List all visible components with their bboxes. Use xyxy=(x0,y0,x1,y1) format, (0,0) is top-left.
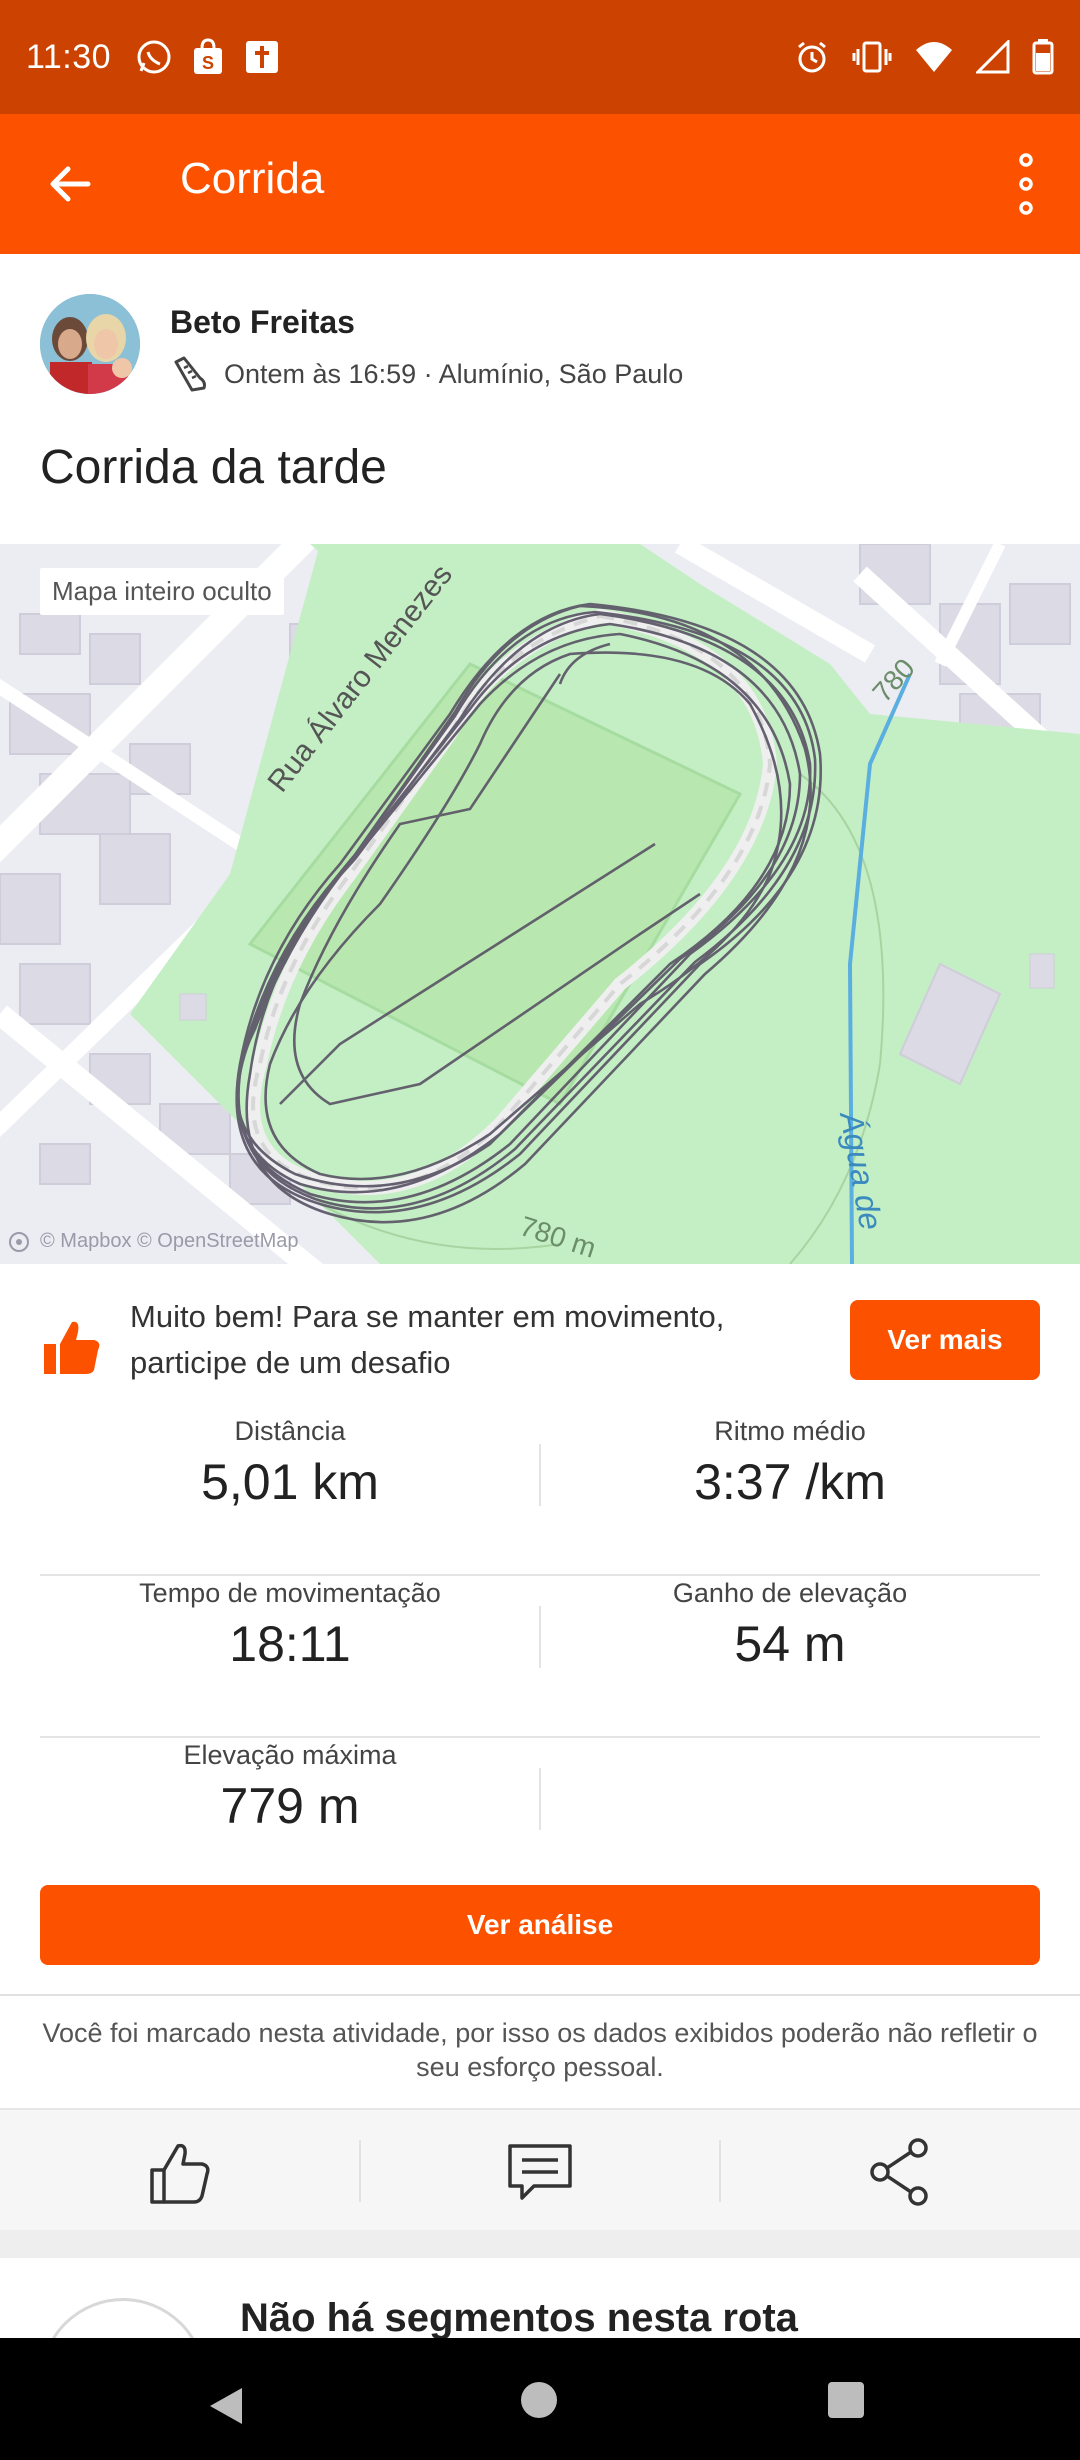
stat-value: 54 m xyxy=(734,1616,846,1672)
vibrate-icon xyxy=(852,41,892,73)
svg-text:S: S xyxy=(202,53,214,73)
bible-icon xyxy=(246,41,279,73)
whatsapp-icon xyxy=(137,40,171,74)
stat-pace: Ritmo médio 3:37 /km xyxy=(540,1414,1040,1511)
stat-label: Ritmo médio xyxy=(714,1416,866,1446)
like-icon[interactable] xyxy=(140,2132,220,2212)
activity-title: Corrida da tarde xyxy=(40,441,387,494)
status-bar: 11:30 S xyxy=(0,0,1080,114)
athlete-name[interactable]: Beto Freitas xyxy=(170,304,355,341)
stat-moving-time: Tempo de movimentação 18:11 xyxy=(40,1576,540,1673)
page-title: Corrida xyxy=(180,154,325,203)
action-separator xyxy=(359,2140,361,2202)
action-bar xyxy=(0,2108,1080,2232)
app-bar: Corrida xyxy=(0,114,1080,254)
comment-icon[interactable] xyxy=(500,2132,580,2212)
see-more-button[interactable]: Ver mais xyxy=(850,1300,1040,1380)
signal-icon xyxy=(976,40,1010,74)
segments-illustration xyxy=(40,2298,206,2338)
stat-label: Ganho de elevação xyxy=(672,1578,908,1608)
stat-value: 3:37 /km xyxy=(694,1454,886,1510)
athlete-header: Beto Freitas Ontem às 16:59 · Alumínio, … xyxy=(40,294,1040,404)
alarm-icon xyxy=(798,41,826,73)
stat-value: 5,01 km xyxy=(201,1454,379,1510)
stat-label: Tempo de movimentação xyxy=(139,1578,441,1608)
activity-meta: Ontem às 16:59 · Alumínio, São Paulo xyxy=(170,354,683,394)
battery-icon xyxy=(1032,39,1054,75)
share-icon[interactable] xyxy=(860,2132,940,2212)
section-divider xyxy=(0,1994,1080,1996)
map-attribution[interactable]: © Mapbox © OpenStreetMap xyxy=(8,1230,299,1253)
action-separator xyxy=(719,2140,721,2202)
stat-label: Elevação máxima xyxy=(183,1740,397,1770)
stat-value: 18:11 xyxy=(229,1616,351,1672)
challenge-message: Muito bem! Para se manter em movimento, … xyxy=(130,1299,725,1380)
shopee-icon: S xyxy=(194,38,223,74)
arrow-left-icon[interactable] xyxy=(40,154,100,214)
activity-date-location: Ontem às 16:59 · Alumínio, São Paulo xyxy=(224,358,684,389)
stat-value: 779 m xyxy=(220,1778,360,1834)
stat-divider xyxy=(539,1768,541,1830)
section-gap xyxy=(0,2230,1080,2258)
wifi-icon xyxy=(916,42,952,72)
stats-grid: Distância 5,01 km Ritmo médio 3:37 /km T… xyxy=(40,1414,1040,1898)
stat-elevation-gain: Ganho de elevação 54 m xyxy=(540,1576,1040,1673)
segments-title: Não há segmentos nesta rota xyxy=(240,2296,798,2338)
map-hidden-chip: Mapa inteiro oculto xyxy=(40,568,284,615)
stats-row: Distância 5,01 km Ritmo médio 3:37 /km xyxy=(40,1414,1040,1576)
system-nav-bar xyxy=(0,2338,1080,2460)
route-map[interactable]: Rua Álvaro Menezes 780 780 m Água de Map… xyxy=(0,544,1080,1264)
segments-section: Não há segmentos nesta rota xyxy=(0,2258,1080,2338)
stat-label: Distância xyxy=(234,1416,346,1446)
nav-back-icon[interactable] xyxy=(206,2384,246,2428)
tagged-activity-note: Você foi marcado nesta atividade, por is… xyxy=(42,2018,1038,2082)
shoe-icon xyxy=(174,356,206,392)
stats-row: Tempo de movimentação 18:11 Ganho de ele… xyxy=(40,1576,1040,1738)
nav-recent-apps-icon[interactable] xyxy=(828,2382,864,2418)
view-analysis-button[interactable]: Ver análise xyxy=(40,1885,1040,1965)
map-canvas: Rua Álvaro Menezes 780 780 m Água de xyxy=(0,544,1080,1264)
map-attribution-text: © Mapbox © OpenStreetMap xyxy=(40,1230,299,1252)
nav-home-icon[interactable] xyxy=(521,2382,557,2418)
thumbs-up-icon xyxy=(44,1321,100,1374)
challenge-prompt: Muito bem! Para se manter em movimento, … xyxy=(0,1264,1080,1414)
stat-max-elevation: Elevação máxima 779 m xyxy=(40,1738,540,1835)
stats-row: Elevação máxima 779 m xyxy=(40,1738,1040,1898)
stat-distance: Distância 5,01 km xyxy=(40,1414,540,1511)
mapbox-logo-icon xyxy=(9,1231,29,1252)
more-vertical-icon[interactable] xyxy=(1006,150,1046,218)
avatar[interactable] xyxy=(40,294,140,394)
status-time: 11:30 xyxy=(26,37,112,76)
